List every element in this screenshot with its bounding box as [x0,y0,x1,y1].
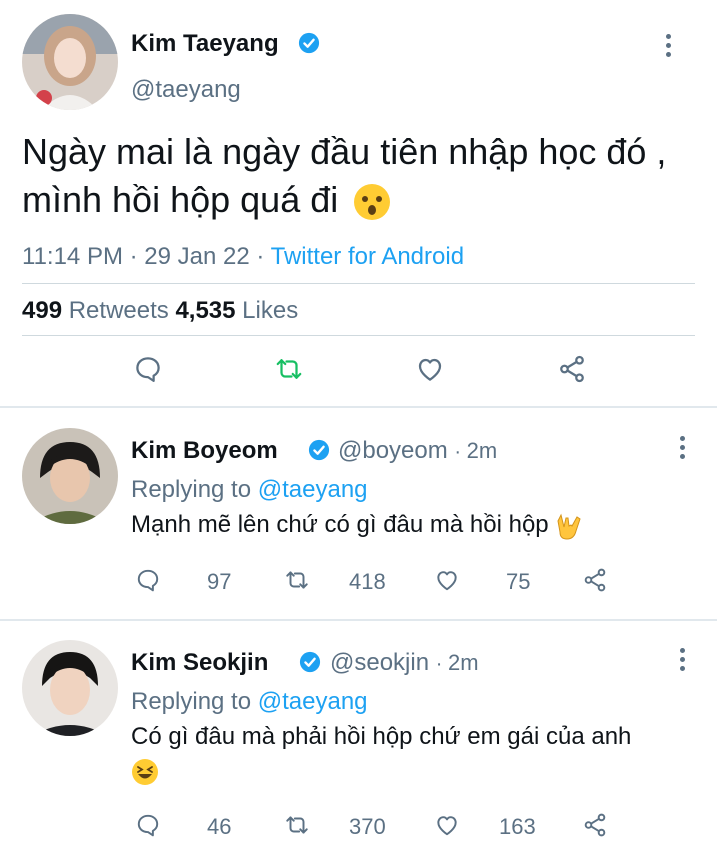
retweet-button-icon[interactable] [284,567,310,593]
reply-text-body: Có gì đâu mà phải hồi hộp chứ em gái của… [131,723,632,750]
author-handle[interactable]: @taeyang [131,76,241,104]
share-button-icon[interactable] [582,812,608,838]
reply-count: 97 [207,569,232,594]
tweet-stats: 499 Retweets 4,535 Likes [22,297,298,325]
like-count: 163 [499,814,536,839]
share-button-icon[interactable] [557,354,587,384]
retweet-count: 418 [349,569,386,594]
replying-to-label: Replying to [131,476,252,503]
retweets-label[interactable]: Retweets [69,297,169,324]
divider [0,406,717,408]
reply-age: 2m [466,438,498,463]
author-name[interactable]: Kim Taeyang [131,30,279,58]
reply-handle-text[interactable]: @boyeom [338,437,448,464]
reply-handle: @boyeom · 2m [338,437,498,464]
reply-count: 46 [207,814,232,839]
reply-handle: @seokjin · 2m [330,649,479,676]
divider [22,335,695,336]
tweet-source-link[interactable]: Twitter for Android [271,243,464,270]
tweet-text: Ngày mai là ngày đầu tiên nhập học đó , … [22,128,702,224]
reply-button-icon[interactable] [135,812,161,838]
reply-handle-text[interactable]: @seokjin [330,649,429,676]
love-you-gesture-emoji-icon [557,513,581,540]
like-button-icon[interactable] [434,567,460,593]
reply-avatar[interactable] [22,428,118,524]
replying-to: Replying to @taeyang [131,688,368,716]
tweet-date: 29 Jan 22 [144,243,250,270]
likes-count[interactable]: 4,535 [175,297,235,324]
divider [22,283,695,284]
hushed-face-emoji-icon [354,184,391,221]
verified-badge-icon [299,651,321,673]
replying-to-mention[interactable]: @taeyang [258,476,368,503]
reply-avatar[interactable] [22,640,118,736]
verified-badge-icon [298,32,320,54]
reply-button-icon[interactable] [133,354,163,384]
reply-text: Mạnh mẽ lên chứ có gì đâu mà hồi hộp [131,508,691,542]
tweet-meta: 11:14 PM · 29 Jan 22 · Twitter for Andro… [22,243,465,270]
reply-age: 2m [447,650,479,675]
author-avatar[interactable] [22,14,118,110]
grinning-squinting-face-emoji-icon [132,758,158,785]
replying-to-label: Replying to [131,688,252,715]
reply-text-body: Mạnh mẽ lên chứ có gì đâu mà hồi hộp [131,511,549,538]
reply-author-name[interactable]: Kim Seokjin [131,649,268,677]
retweet-button-icon[interactable] [274,354,304,384]
retweet-count: 370 [349,814,386,839]
replying-to: Replying to @taeyang [131,476,368,504]
reply-button-icon[interactable] [135,567,161,593]
divider [0,619,717,621]
retweets-count[interactable]: 499 [22,297,62,324]
more-options-icon[interactable] [677,648,687,674]
more-options-icon[interactable] [677,436,687,462]
replying-to-mention[interactable]: @taeyang [258,688,368,715]
tweet-text-body: Ngày mai là ngày đầu tiên nhập học đó , … [22,131,667,220]
tweet-time: 11:14 PM [22,243,123,270]
verified-badge-icon [308,439,330,461]
like-count: 75 [506,569,531,594]
likes-label[interactable]: Likes [242,297,298,324]
more-options-icon[interactable] [663,34,673,60]
share-button-icon[interactable] [582,567,608,593]
retweet-button-icon[interactable] [284,812,310,838]
reply-author-name[interactable]: Kim Boyeom [131,437,278,465]
like-button-icon[interactable] [434,812,460,838]
like-button-icon[interactable] [415,354,445,384]
reply-text: Có gì đâu mà phải hồi hộp chứ em gái của… [131,720,651,788]
